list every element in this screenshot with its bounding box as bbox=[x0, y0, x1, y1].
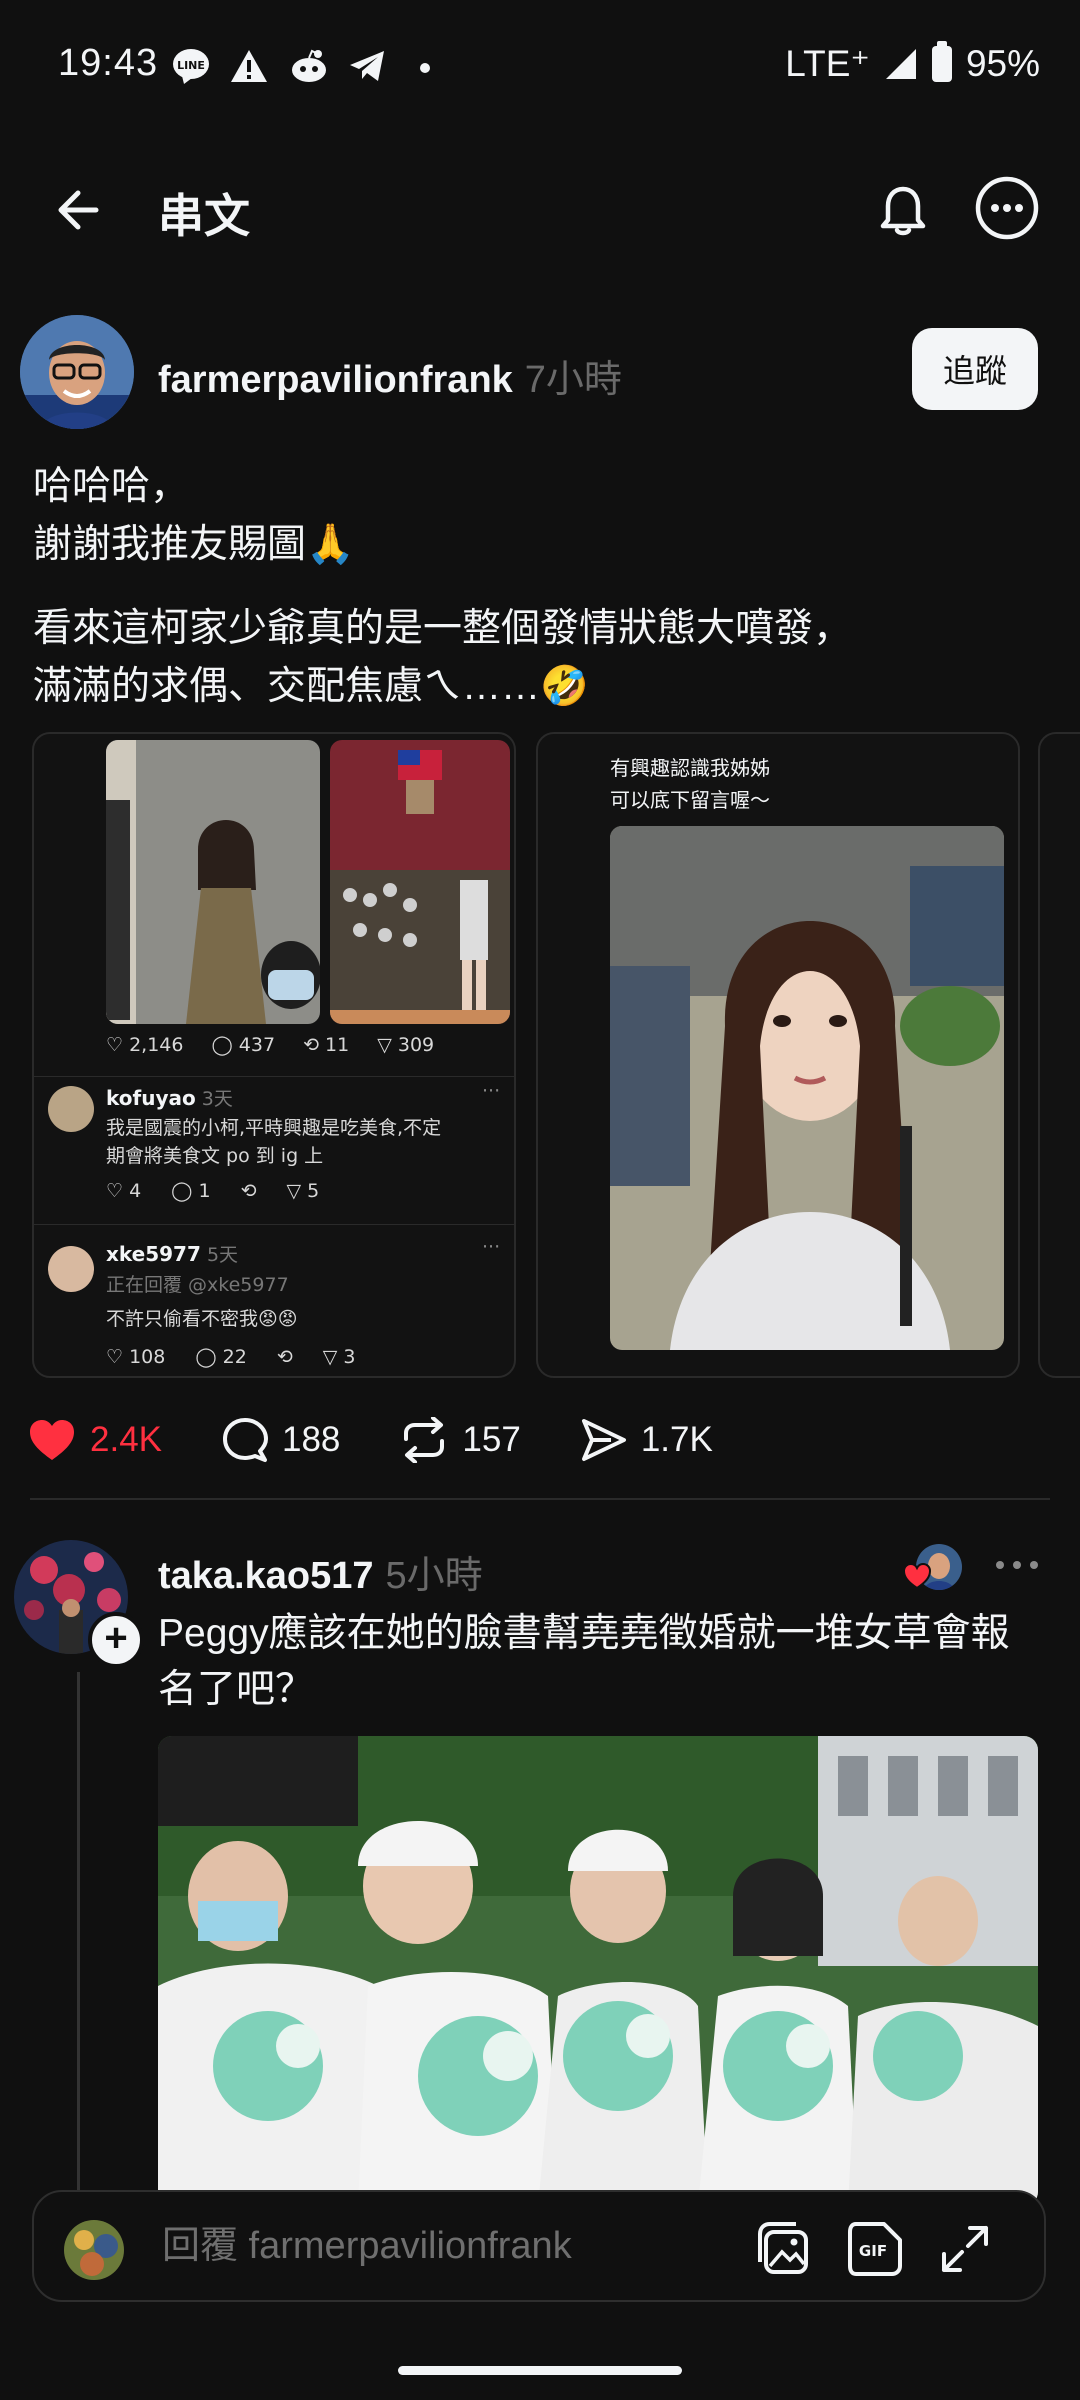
home-indicator[interactable] bbox=[398, 2366, 682, 2375]
thread-line bbox=[77, 1672, 80, 2192]
comment-count: 188 bbox=[282, 1420, 341, 1459]
battery-icon bbox=[931, 40, 952, 82]
battery-level: 95% bbox=[965, 42, 1040, 84]
expand-icon[interactable] bbox=[938, 2222, 992, 2276]
card1-reposts: ⟲ 11 bbox=[303, 1034, 350, 1056]
comment1-time: 3天 bbox=[201, 1088, 233, 1110]
reply-photo bbox=[158, 1736, 1038, 2206]
post-actions: 2.4K 188 157 1.7K bbox=[28, 1410, 773, 1470]
page-title: 串文 bbox=[158, 190, 250, 242]
repost-count: 157 bbox=[462, 1420, 521, 1459]
comment2-reply-to: 正在回覆 @xke5977 bbox=[106, 1274, 289, 1296]
comment-button[interactable]: 188 bbox=[222, 1417, 340, 1463]
card1-shares: ▽ 309 bbox=[377, 1034, 435, 1056]
reply-more-icon[interactable] bbox=[992, 1550, 1042, 1580]
comment1-user: kofuyao bbox=[106, 1086, 196, 1110]
gallery-icon[interactable] bbox=[756, 2220, 814, 2278]
comment2-avatar bbox=[48, 1246, 94, 1292]
reply-username-row: taka.kao517 5小時 bbox=[158, 1544, 483, 1599]
reply-image[interactable] bbox=[158, 1736, 1038, 2206]
author-username-row: farmerpavilionfrank 7小時 bbox=[158, 348, 622, 403]
comment2-time: 5天 bbox=[206, 1244, 239, 1266]
back-arrow-icon[interactable] bbox=[50, 180, 110, 240]
status-time: 19:43 bbox=[58, 42, 159, 84]
author-username[interactable]: farmerpavilionfrank bbox=[158, 359, 513, 401]
share-count: 1.7K bbox=[640, 1420, 713, 1459]
like-count: 2.4K bbox=[90, 1420, 162, 1459]
comment2-header: xke5977 5天 bbox=[106, 1240, 238, 1267]
network-label: LTE⁺ bbox=[785, 43, 870, 84]
repost-button[interactable]: 157 bbox=[400, 1417, 521, 1463]
like-button[interactable]: 2.4K bbox=[28, 1418, 162, 1462]
telegram-icon bbox=[350, 51, 384, 81]
repost-icon bbox=[404, 1417, 445, 1463]
comment-bubble-icon bbox=[223, 1418, 268, 1462]
comment1-replies: ◯ 1 bbox=[171, 1180, 211, 1202]
reply-text: Peggy應該在她的臉書幫堯堯徵婚就一堆女草會報名了吧？ bbox=[158, 1612, 1010, 1711]
reply-username[interactable]: taka.kao517 bbox=[158, 1555, 374, 1597]
comment2-text: 不許只偷看不密我😡😡 bbox=[106, 1308, 298, 1330]
post-time: 7小時 bbox=[524, 359, 622, 401]
comment2-repost-icon: ⟲ bbox=[276, 1346, 293, 1368]
media-card-2[interactable]: 有興趣認識我姊姊 可以底下留言喔～ bbox=[536, 732, 1020, 1378]
bell-icon[interactable] bbox=[870, 176, 936, 242]
gif-icon[interactable]: GIF bbox=[846, 2220, 906, 2278]
media-photo-1b bbox=[330, 740, 510, 1024]
reply-time: 5小時 bbox=[385, 1555, 483, 1597]
reddit-icon bbox=[292, 49, 326, 82]
comment1-avatar bbox=[48, 1086, 94, 1132]
heart-filled-icon bbox=[30, 1420, 74, 1460]
status-right: LTE⁺ 95% bbox=[785, 40, 1040, 85]
comment1-shares: ▽ 5 bbox=[286, 1180, 320, 1202]
media-photo-2 bbox=[610, 826, 1004, 1350]
comment1-stats: ♡ 4 ◯ 1 ⟲ ▽ 5 bbox=[106, 1180, 319, 1202]
reply-input[interactable] bbox=[160, 2220, 684, 2272]
media-card-3[interactable] bbox=[1038, 732, 1080, 1378]
post-divider bbox=[30, 1498, 1050, 1500]
card1-stats: ♡ 2,146 ◯ 437 ⟲ 11 ▽ 309 bbox=[106, 1034, 434, 1056]
svg-text:GIF: GIF bbox=[859, 2242, 887, 2260]
signal-icon bbox=[885, 48, 916, 79]
share-button[interactable]: 1.7K bbox=[581, 1418, 713, 1462]
card2-caption: 有興趣認識我姊姊 可以底下留言喔～ bbox=[610, 756, 770, 812]
comment1-text: 我是國震的小柯,平時興趣是吃美食,不定 期會將美食文 po 到 ig 上 bbox=[106, 1117, 442, 1167]
svg-text:LINE: LINE bbox=[177, 59, 205, 72]
author-avatar[interactable] bbox=[20, 315, 134, 429]
warning-icon bbox=[231, 50, 267, 82]
reply-bar: GIF bbox=[32, 2190, 1046, 2302]
card1-likes: ♡ 2,146 bbox=[106, 1034, 184, 1056]
send-icon bbox=[581, 1419, 626, 1461]
post-text-2: 看來這柯家少爺真的是一整個發情狀態大噴發， 滿滿的求偶、交配焦慮ㄟ……🤣 bbox=[33, 607, 853, 708]
comment2-shares: ▽ 3 bbox=[322, 1346, 356, 1368]
comment2-stats: ♡ 108 ◯ 22 ⟲ ▽ 3 bbox=[106, 1346, 356, 1368]
comment2-user: xke5977 bbox=[106, 1242, 201, 1266]
comment1-header: kofuyao 3天 bbox=[106, 1084, 233, 1111]
author-avatar-image bbox=[20, 315, 134, 429]
follow-button[interactable]: 追蹤 bbox=[912, 328, 1038, 410]
comment1-likes: ♡ 4 bbox=[106, 1180, 142, 1202]
my-avatar bbox=[64, 2220, 124, 2280]
post-text-1: 哈哈哈， 謝謝我推友賜圖🙏 bbox=[33, 465, 355, 566]
comment2-more-icon: ··· bbox=[482, 1236, 501, 1258]
status-bar: 19:43 LINE LTE⁺ 95% bbox=[0, 0, 1080, 135]
dot-icon bbox=[420, 63, 430, 73]
comment1-repost-icon: ⟲ bbox=[240, 1180, 257, 1202]
card1-divider bbox=[34, 1076, 514, 1077]
line-icon: LINE bbox=[173, 49, 209, 84]
comment2-replies: ◯ 22 bbox=[195, 1346, 247, 1368]
card1-comments: ◯ 437 bbox=[211, 1034, 276, 1056]
more-options-icon[interactable] bbox=[975, 176, 1039, 240]
card1-divider-2 bbox=[34, 1224, 514, 1225]
media-card-1[interactable]: ♡ 2,146 ◯ 437 ⟲ 11 ▽ 309 kofuyao 3天 ··· … bbox=[32, 732, 516, 1378]
media-photo-1a bbox=[106, 740, 320, 1024]
comment1-more-icon: ··· bbox=[482, 1080, 501, 1102]
follow-plus-icon[interactable]: + bbox=[88, 1612, 144, 1668]
comment2-likes: ♡ 108 bbox=[106, 1346, 166, 1368]
liked-heart-icon bbox=[902, 1562, 932, 1590]
